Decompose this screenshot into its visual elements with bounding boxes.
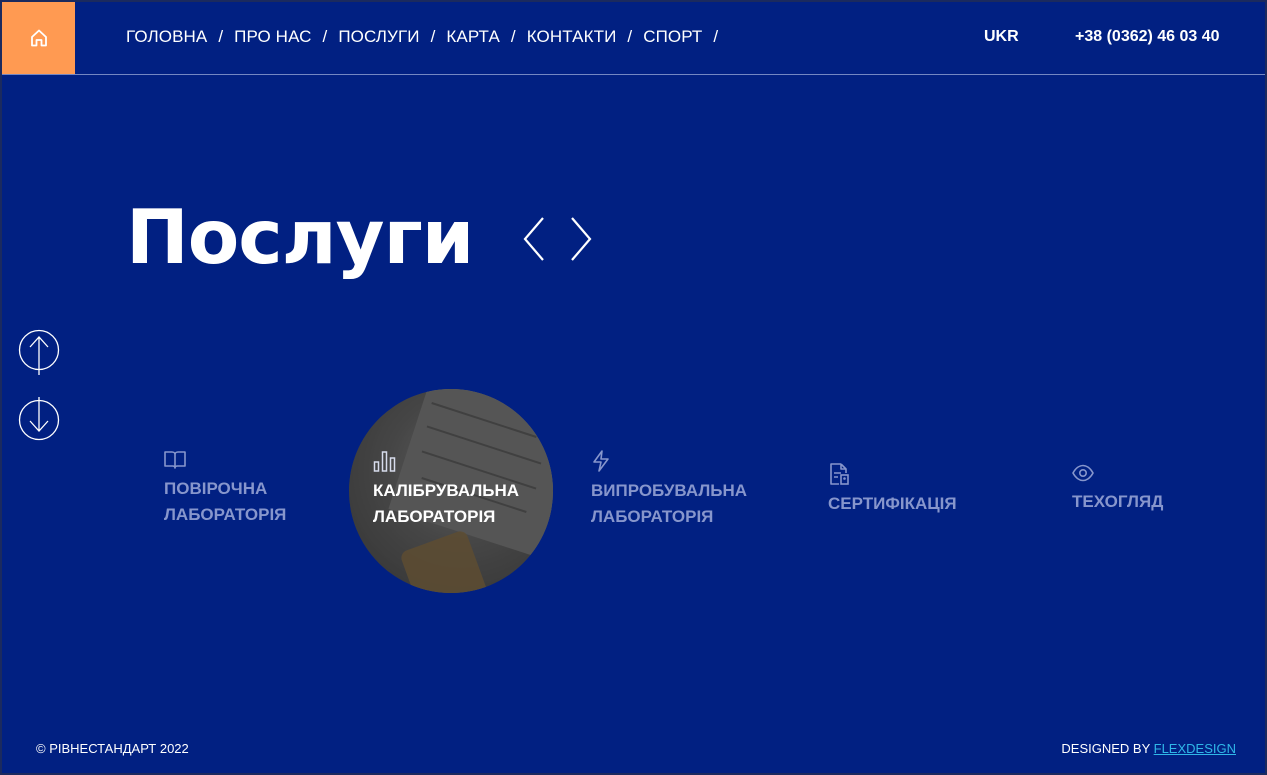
nav-separator: / [218,27,224,46]
home-icon [30,29,47,46]
language-switch[interactable]: UKR [984,28,1019,46]
book-icon [164,451,186,469]
nav-item-about[interactable]: ПРО НАС [234,27,311,47]
nav-item-sport[interactable]: СПОРТ [643,27,702,47]
nav-separator: / [322,27,328,46]
site-header: ГОЛОВНА / ПРО НАС / ПОСЛУГИ / КАРТА / КО… [0,0,1267,75]
document-icon [830,463,849,485]
designed-by-label: DESIGNED BY [1061,741,1151,756]
arrow-up-circle-icon [18,329,60,375]
service-calibration-lab[interactable]: КАЛІБРУВАЛЬНА ЛАБОРАТОРІЯ [373,450,519,530]
prev-arrow-button[interactable] [521,216,547,267]
service-label: ТЕХОГЛЯД [1072,492,1164,511]
page-title: Послуги [126,193,474,281]
designer-credit: DESIGNED BY FLEXDESIGN [1061,741,1236,756]
chevron-right-icon [571,217,592,261]
service-label: ПОВІРОЧНА ЛАБОРАТОРІЯ [164,479,287,524]
service-testing-lab[interactable]: ВИПРОБУВАЛЬНА ЛАБОРАТОРІЯ [591,450,747,530]
arrow-down-circle-icon [18,397,60,441]
service-tech-inspection[interactable]: ТЕХОГЛЯД [1072,463,1163,515]
nav-separator: / [430,27,436,46]
window-frame [0,0,1267,775]
service-label: СЕРТИФІКАЦІЯ [828,494,957,513]
service-label: ВИПРОБУВАЛЬНА ЛАБОРАТОРІЯ [591,481,748,526]
service-label: КАЛІБРУВАЛЬНА ЛАБОРАТОРІЯ [373,481,520,526]
phone-link[interactable]: +38 (0362) 46 03 40 [1075,28,1220,46]
service-verification-lab[interactable]: ПОВІРОЧНА ЛАБОРАТОРІЯ [164,450,286,528]
nav-item-home[interactable]: ГОЛОВНА [126,27,207,47]
service-certification[interactable]: СЕРТИФІКАЦІЯ [828,463,957,517]
home-button[interactable] [2,1,75,74]
copyright-text: © РІВНЕСТАНДАРТ 2022 [36,741,189,756]
eye-icon [1072,464,1094,482]
nav-separator: / [510,27,516,46]
lightning-icon [593,450,609,472]
nav-separator: / [627,27,633,46]
next-arrow-button[interactable] [568,216,594,267]
nav-item-contacts[interactable]: КОНТАКТИ [527,27,617,47]
nav-item-services[interactable]: ПОСЛУГИ [338,27,419,47]
designer-link[interactable]: FLEXDESIGN [1154,741,1236,756]
chevron-left-icon [523,217,544,261]
scroll-down-button[interactable] [18,397,60,446]
bar-chart-icon [373,451,396,472]
scroll-up-button[interactable] [18,329,60,380]
nav-item-map[interactable]: КАРТА [446,27,499,47]
nav-separator: / [713,27,719,46]
main-nav: ГОЛОВНА / ПРО НАС / ПОСЛУГИ / КАРТА / КО… [126,27,729,47]
